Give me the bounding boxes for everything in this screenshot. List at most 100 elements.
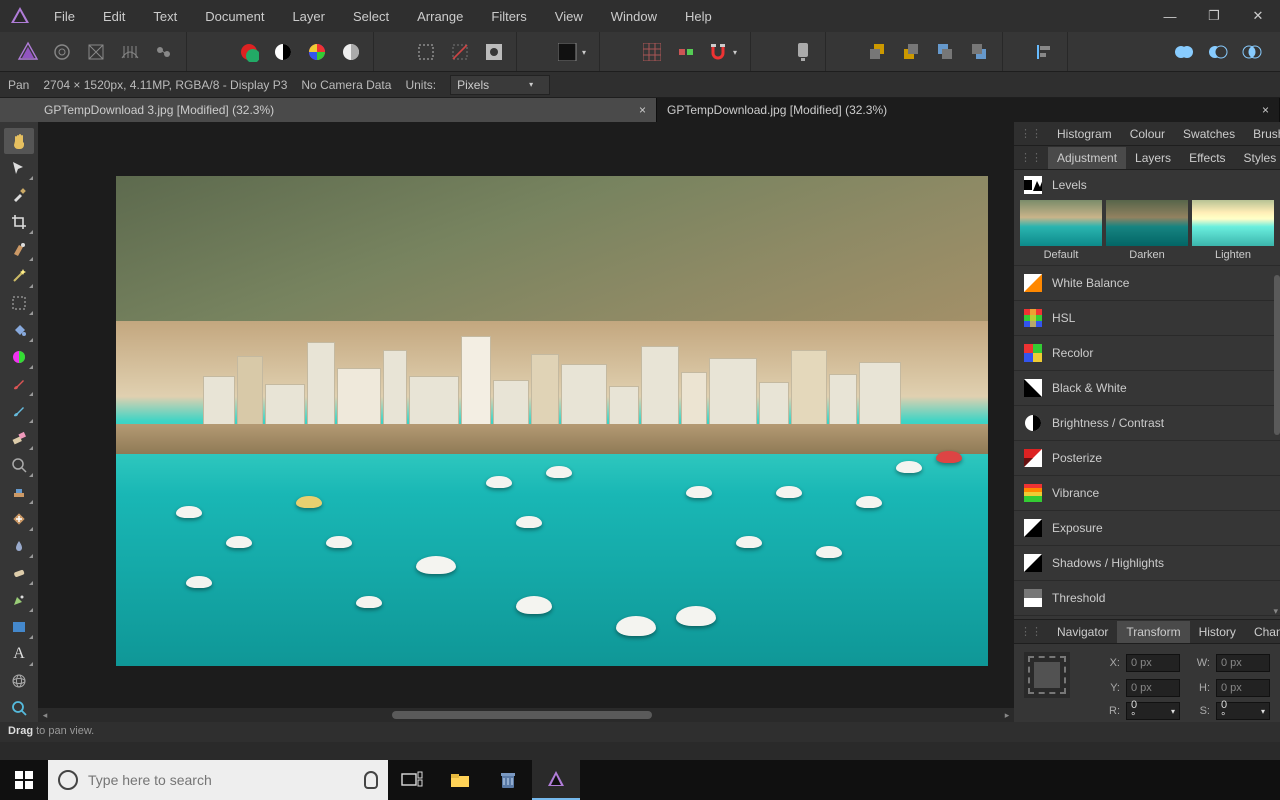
view-hand-tool-icon[interactable] xyxy=(4,128,34,154)
transform-anchor-widget[interactable] xyxy=(1024,652,1070,698)
tab-styles[interactable]: Styles xyxy=(1235,147,1280,169)
paint-brush-tool-icon[interactable] xyxy=(4,371,34,397)
erase-tool-icon[interactable] xyxy=(4,425,34,451)
arrange-back-icon[interactable] xyxy=(898,39,926,65)
taskbar-search-input[interactable] xyxy=(88,772,354,788)
persona-export-icon[interactable] xyxy=(150,39,178,65)
move-tool-icon[interactable] xyxy=(4,155,34,181)
boolean-add-icon[interactable] xyxy=(1170,39,1198,65)
contrast-icon[interactable] xyxy=(269,39,297,65)
snapping-magnet-icon[interactable]: ▾ xyxy=(706,39,742,65)
adjustment-white-balance[interactable]: White Balance xyxy=(1014,265,1280,300)
panel-chevron-down-icon[interactable]: ▾ xyxy=(1273,606,1278,617)
patch-tool-icon[interactable] xyxy=(4,560,34,586)
transform-x-field[interactable]: 0 px xyxy=(1126,654,1180,672)
tab-layers[interactable]: Layers xyxy=(1126,147,1180,169)
window-close-icon[interactable]: ✕ xyxy=(1236,0,1280,32)
task-view-icon[interactable] xyxy=(388,760,436,800)
preset-default[interactable]: Default xyxy=(1020,200,1102,261)
preset-lighten[interactable]: Lighten xyxy=(1192,200,1274,261)
start-button-icon[interactable] xyxy=(0,760,48,800)
tab-swatches[interactable]: Swatches xyxy=(1174,123,1244,145)
color-picker-tool-icon[interactable] xyxy=(4,182,34,208)
adjustment-black-white[interactable]: Black & White xyxy=(1014,370,1280,405)
healing-brush-tool-icon[interactable] xyxy=(4,506,34,532)
clone-tool-icon[interactable] xyxy=(4,479,34,505)
mesh-warp-tool-icon[interactable] xyxy=(4,668,34,694)
boolean-intersect-icon[interactable] xyxy=(1238,39,1266,65)
align-icon[interactable] xyxy=(1031,39,1059,65)
tab-brushes[interactable]: Brushes xyxy=(1244,123,1280,145)
gradient-tool-icon[interactable] xyxy=(4,344,34,370)
foreground-color-swatch[interactable]: ▾ xyxy=(555,39,591,65)
arrange-forward-icon[interactable] xyxy=(932,39,960,65)
persona-develop-icon[interactable] xyxy=(82,39,110,65)
boolean-subtract-icon[interactable] xyxy=(1204,39,1232,65)
tab-histogram[interactable]: Histogram xyxy=(1048,123,1121,145)
lightness-icon[interactable] xyxy=(337,39,365,65)
recycle-bin-icon[interactable] xyxy=(484,760,532,800)
zoom-tool-icon[interactable] xyxy=(4,695,34,721)
adjustment-curves[interactable]: Curves xyxy=(1014,615,1280,619)
menu-help[interactable]: Help xyxy=(671,1,726,32)
menu-view[interactable]: View xyxy=(541,1,597,32)
text-tool-icon[interactable]: A xyxy=(4,641,34,667)
context-units-select[interactable]: Pixels xyxy=(450,75,550,95)
adjustment-threshold[interactable]: Threshold xyxy=(1014,580,1280,615)
selection-disable-icon[interactable] xyxy=(446,39,474,65)
magic-wand-tool-icon[interactable] xyxy=(4,263,34,289)
document-tab-2[interactable]: GPTempDownload.jpg [Modified] (32.3%) × xyxy=(657,98,1280,122)
scrollbar-thumb[interactable] xyxy=(392,711,652,719)
adjustment-vibrance[interactable]: Vibrance xyxy=(1014,475,1280,510)
panel-drag-handle-icon[interactable]: ⋮⋮ xyxy=(1020,625,1042,638)
affinity-photo-task-icon[interactable] xyxy=(532,760,580,800)
rectangle-shape-tool-icon[interactable] xyxy=(4,614,34,640)
close-tab-icon[interactable]: × xyxy=(1262,103,1269,117)
menu-layer[interactable]: Layer xyxy=(278,1,339,32)
marquee-tool-icon[interactable] xyxy=(4,290,34,316)
file-explorer-icon[interactable] xyxy=(436,760,484,800)
menu-arrange[interactable]: Arrange xyxy=(403,1,477,32)
pixel-align-icon[interactable] xyxy=(672,39,700,65)
transform-s-field[interactable]: 0 ° xyxy=(1216,702,1270,720)
crop-tool-icon[interactable] xyxy=(4,209,34,235)
menu-file[interactable]: File xyxy=(40,1,89,32)
adjustment-shadows-highlights[interactable]: Shadows / Highlights xyxy=(1014,545,1280,580)
persona-liquify-icon[interactable] xyxy=(48,39,76,65)
flood-fill-tool-icon[interactable] xyxy=(4,317,34,343)
adjustment-exposure[interactable]: Exposure xyxy=(1014,510,1280,545)
pixel-brush-tool-icon[interactable] xyxy=(4,398,34,424)
grid-icon[interactable] xyxy=(638,39,666,65)
menu-text[interactable]: Text xyxy=(139,1,191,32)
quickmask-icon[interactable] xyxy=(480,39,508,65)
panel-drag-handle-icon[interactable]: ⋮⋮ xyxy=(1020,127,1042,140)
selection-brush-tool-icon[interactable] xyxy=(4,236,34,262)
adjustment-recolor[interactable]: Recolor xyxy=(1014,335,1280,370)
window-minimize-icon[interactable]: — xyxy=(1148,0,1192,32)
persona-tonemap-icon[interactable] xyxy=(116,39,144,65)
color-wheel-icon[interactable] xyxy=(303,39,331,65)
arrange-front-icon[interactable] xyxy=(864,39,892,65)
document-tab-1[interactable]: GPTempDownload 3.jpg [Modified] (32.3%) … xyxy=(0,98,657,122)
transform-y-field[interactable]: 0 px xyxy=(1126,679,1180,697)
scroll-right-icon[interactable]: ▸ xyxy=(1000,710,1014,721)
window-restore-icon[interactable]: ❐ xyxy=(1192,0,1236,32)
zoom-blur-tool-icon[interactable] xyxy=(4,452,34,478)
transform-w-field[interactable]: 0 px xyxy=(1216,654,1270,672)
taskbar-search[interactable] xyxy=(48,760,388,800)
adjustment-posterize[interactable]: Posterize xyxy=(1014,440,1280,475)
scroll-left-icon[interactable]: ◂ xyxy=(38,710,52,721)
horizontal-scrollbar[interactable]: ◂ ▸ xyxy=(38,708,1014,722)
assistant-icon[interactable] xyxy=(789,39,817,65)
tab-history[interactable]: History xyxy=(1190,621,1245,643)
adjustment-brightness-contrast[interactable]: Brightness / Contrast xyxy=(1014,405,1280,440)
menu-document[interactable]: Document xyxy=(191,1,278,32)
menu-edit[interactable]: Edit xyxy=(89,1,139,32)
close-tab-icon[interactable]: × xyxy=(639,103,646,117)
color-picker-icon[interactable] xyxy=(235,39,263,65)
persona-photo-icon[interactable] xyxy=(14,39,42,65)
canvas-viewport[interactable]: ◂ ▸ xyxy=(38,122,1014,722)
tab-channels[interactable]: Channels xyxy=(1245,621,1280,643)
tab-adjustment[interactable]: Adjustment xyxy=(1048,147,1126,169)
pen-tool-icon[interactable] xyxy=(4,587,34,613)
